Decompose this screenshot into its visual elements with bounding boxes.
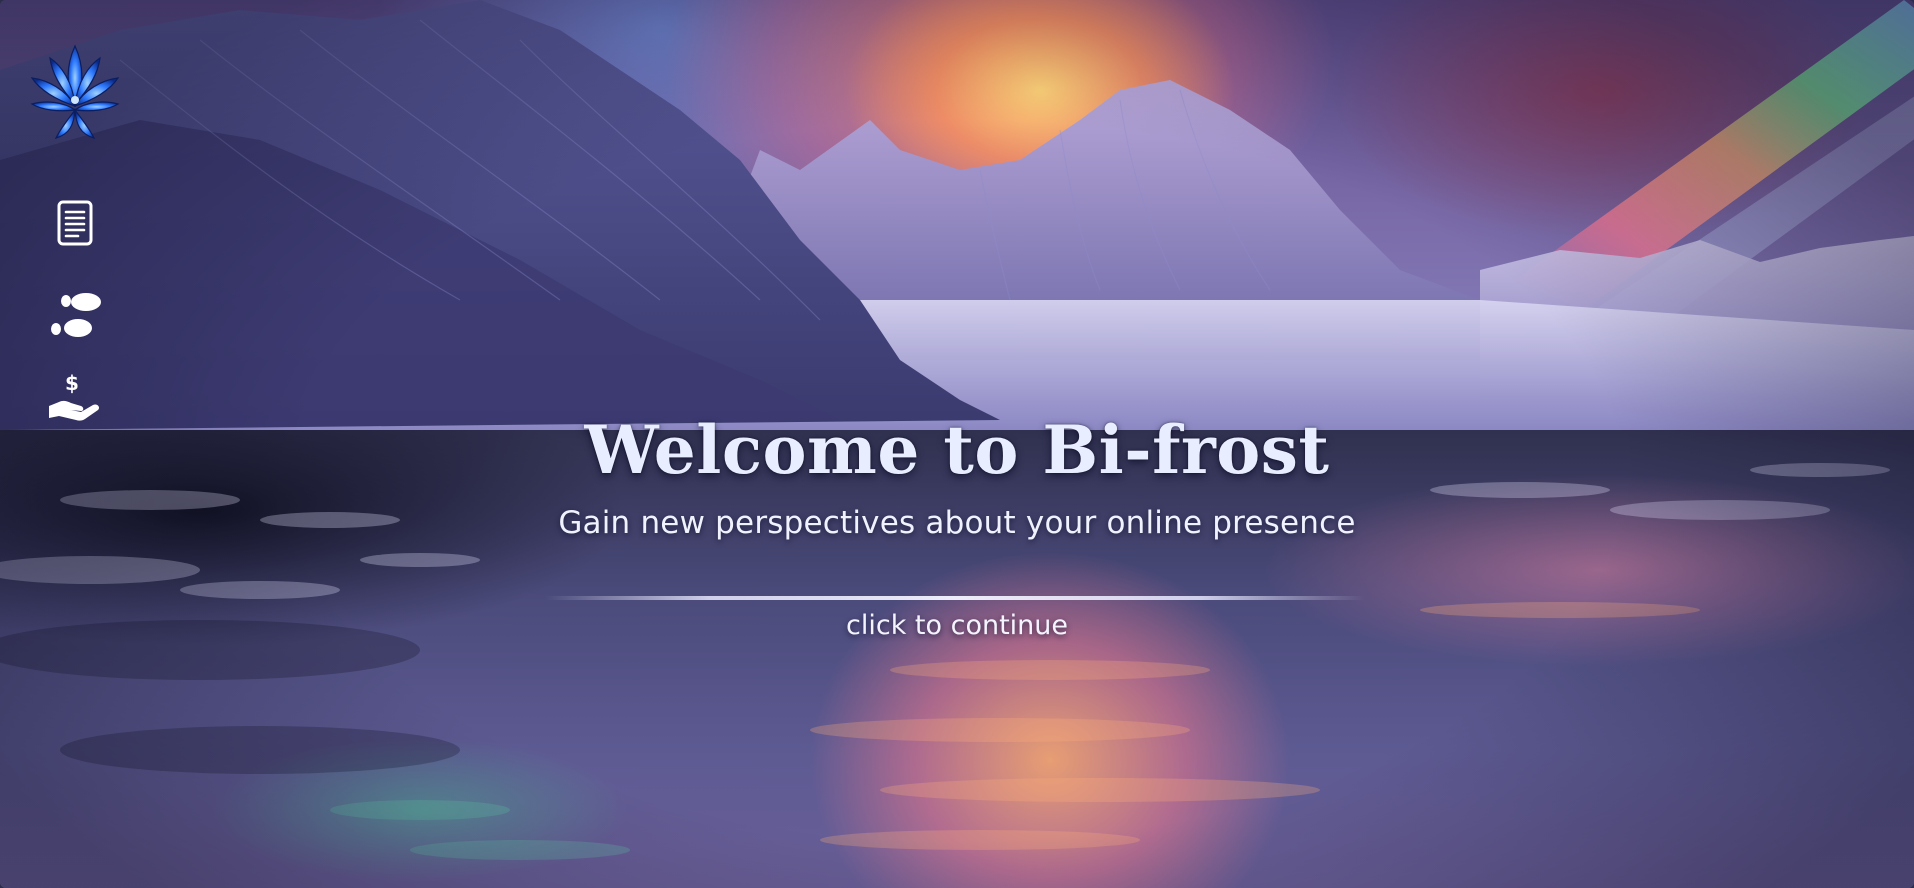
page-title: Welcome to Bi-frost (584, 411, 1330, 489)
lotus-icon (30, 44, 120, 139)
sidebar-item-footprints[interactable] (46, 288, 104, 342)
hero-section: Welcome to Bi-frost Gain new perspective… (0, 400, 1914, 546)
svg-text:$: $ (65, 372, 79, 395)
sidebar-item-documents[interactable] (46, 196, 104, 250)
footprints-icon (51, 293, 101, 337)
tagline: Gain new perspectives about your online … (558, 505, 1356, 541)
document-icon (57, 200, 93, 246)
app-window: $ Welcome to Bi-frost Gain new perspecti… (0, 0, 1914, 888)
divider-line (545, 596, 1365, 600)
continue-link[interactable]: click to continue (0, 604, 1914, 648)
lotus-logo[interactable] (26, 38, 124, 142)
